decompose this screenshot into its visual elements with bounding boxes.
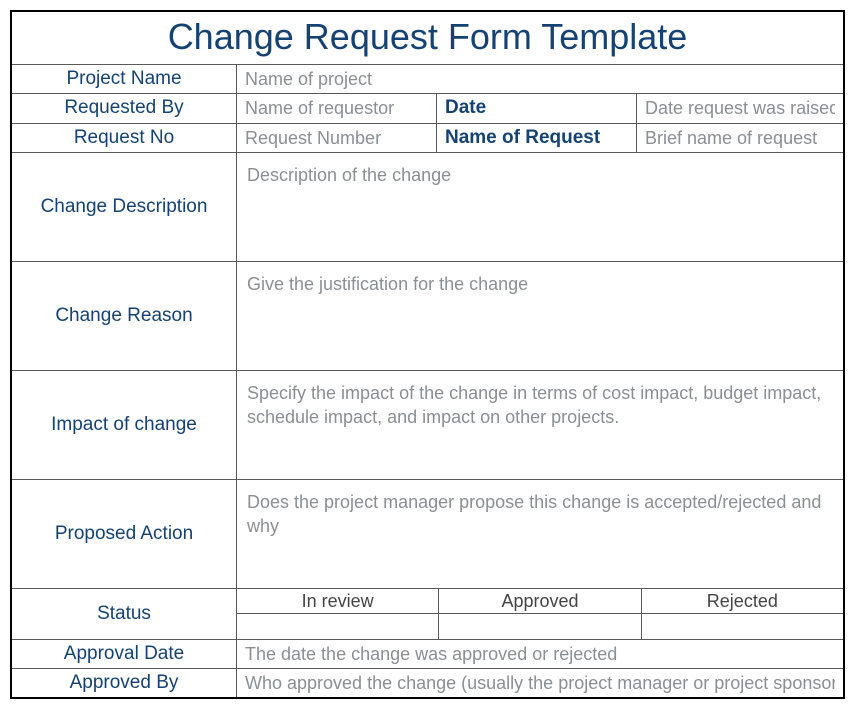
label-requested-by: Requested By [12,94,237,122]
row-approval-date: Approval Date [12,640,843,669]
row-change-reason: Change Reason [12,262,843,371]
value-date [637,94,843,122]
status-option-approved: Approved [438,589,640,614]
change-request-form: Change Request Form Template Project Nam… [10,10,845,699]
status-value-approved[interactable] [438,614,640,639]
value-change-description [237,153,843,261]
label-project-name: Project Name [12,65,237,93]
status-value-row [237,614,843,639]
input-project-name[interactable] [245,67,835,91]
input-name-of-request[interactable] [645,126,835,150]
label-status: Status [12,589,237,639]
input-requested-by[interactable] [245,96,428,120]
label-change-description: Change Description [12,153,237,261]
value-request-no [237,124,437,152]
input-change-description[interactable] [247,163,833,251]
value-impact-of-change [237,371,843,479]
value-project-name [237,65,843,93]
status-value-rejected[interactable] [641,614,843,639]
input-approval-date[interactable] [245,642,835,666]
row-request-no: Request No Name of Request [12,124,843,153]
status-grid: In review Approved Rejected [237,589,843,639]
value-approval-date [237,640,843,668]
value-proposed-action [237,480,843,588]
status-option-rejected: Rejected [641,589,843,614]
input-date[interactable] [645,96,835,120]
row-approved-by: Approved By [12,669,843,697]
label-proposed-action: Proposed Action [12,480,237,588]
status-option-in-review: In review [237,589,438,614]
input-request-no[interactable] [245,126,428,150]
label-approved-by: Approved By [12,669,237,697]
label-name-of-request: Name of Request [437,124,637,152]
row-impact-of-change: Impact of change [12,371,843,480]
row-project-name: Project Name [12,65,843,94]
row-status: Status In review Approved Rejected [12,589,843,640]
label-approval-date: Approval Date [12,640,237,668]
value-name-of-request [637,124,843,152]
status-header-row: In review Approved Rejected [237,589,843,615]
label-request-no: Request No [12,124,237,152]
value-approved-by [237,669,843,697]
status-value-in-review[interactable] [237,614,438,639]
form-title: Change Request Form Template [12,12,843,65]
row-proposed-action: Proposed Action [12,480,843,589]
input-change-reason[interactable] [247,272,833,360]
label-impact-of-change: Impact of change [12,371,237,479]
label-date: Date [437,94,637,122]
input-impact-of-change[interactable] [247,381,833,469]
row-requested-by: Requested By Date [12,94,843,123]
input-proposed-action[interactable] [247,490,833,578]
value-requested-by [237,94,437,122]
label-change-reason: Change Reason [12,262,237,370]
value-change-reason [237,262,843,370]
row-change-description: Change Description [12,153,843,262]
input-approved-by[interactable] [245,671,835,695]
